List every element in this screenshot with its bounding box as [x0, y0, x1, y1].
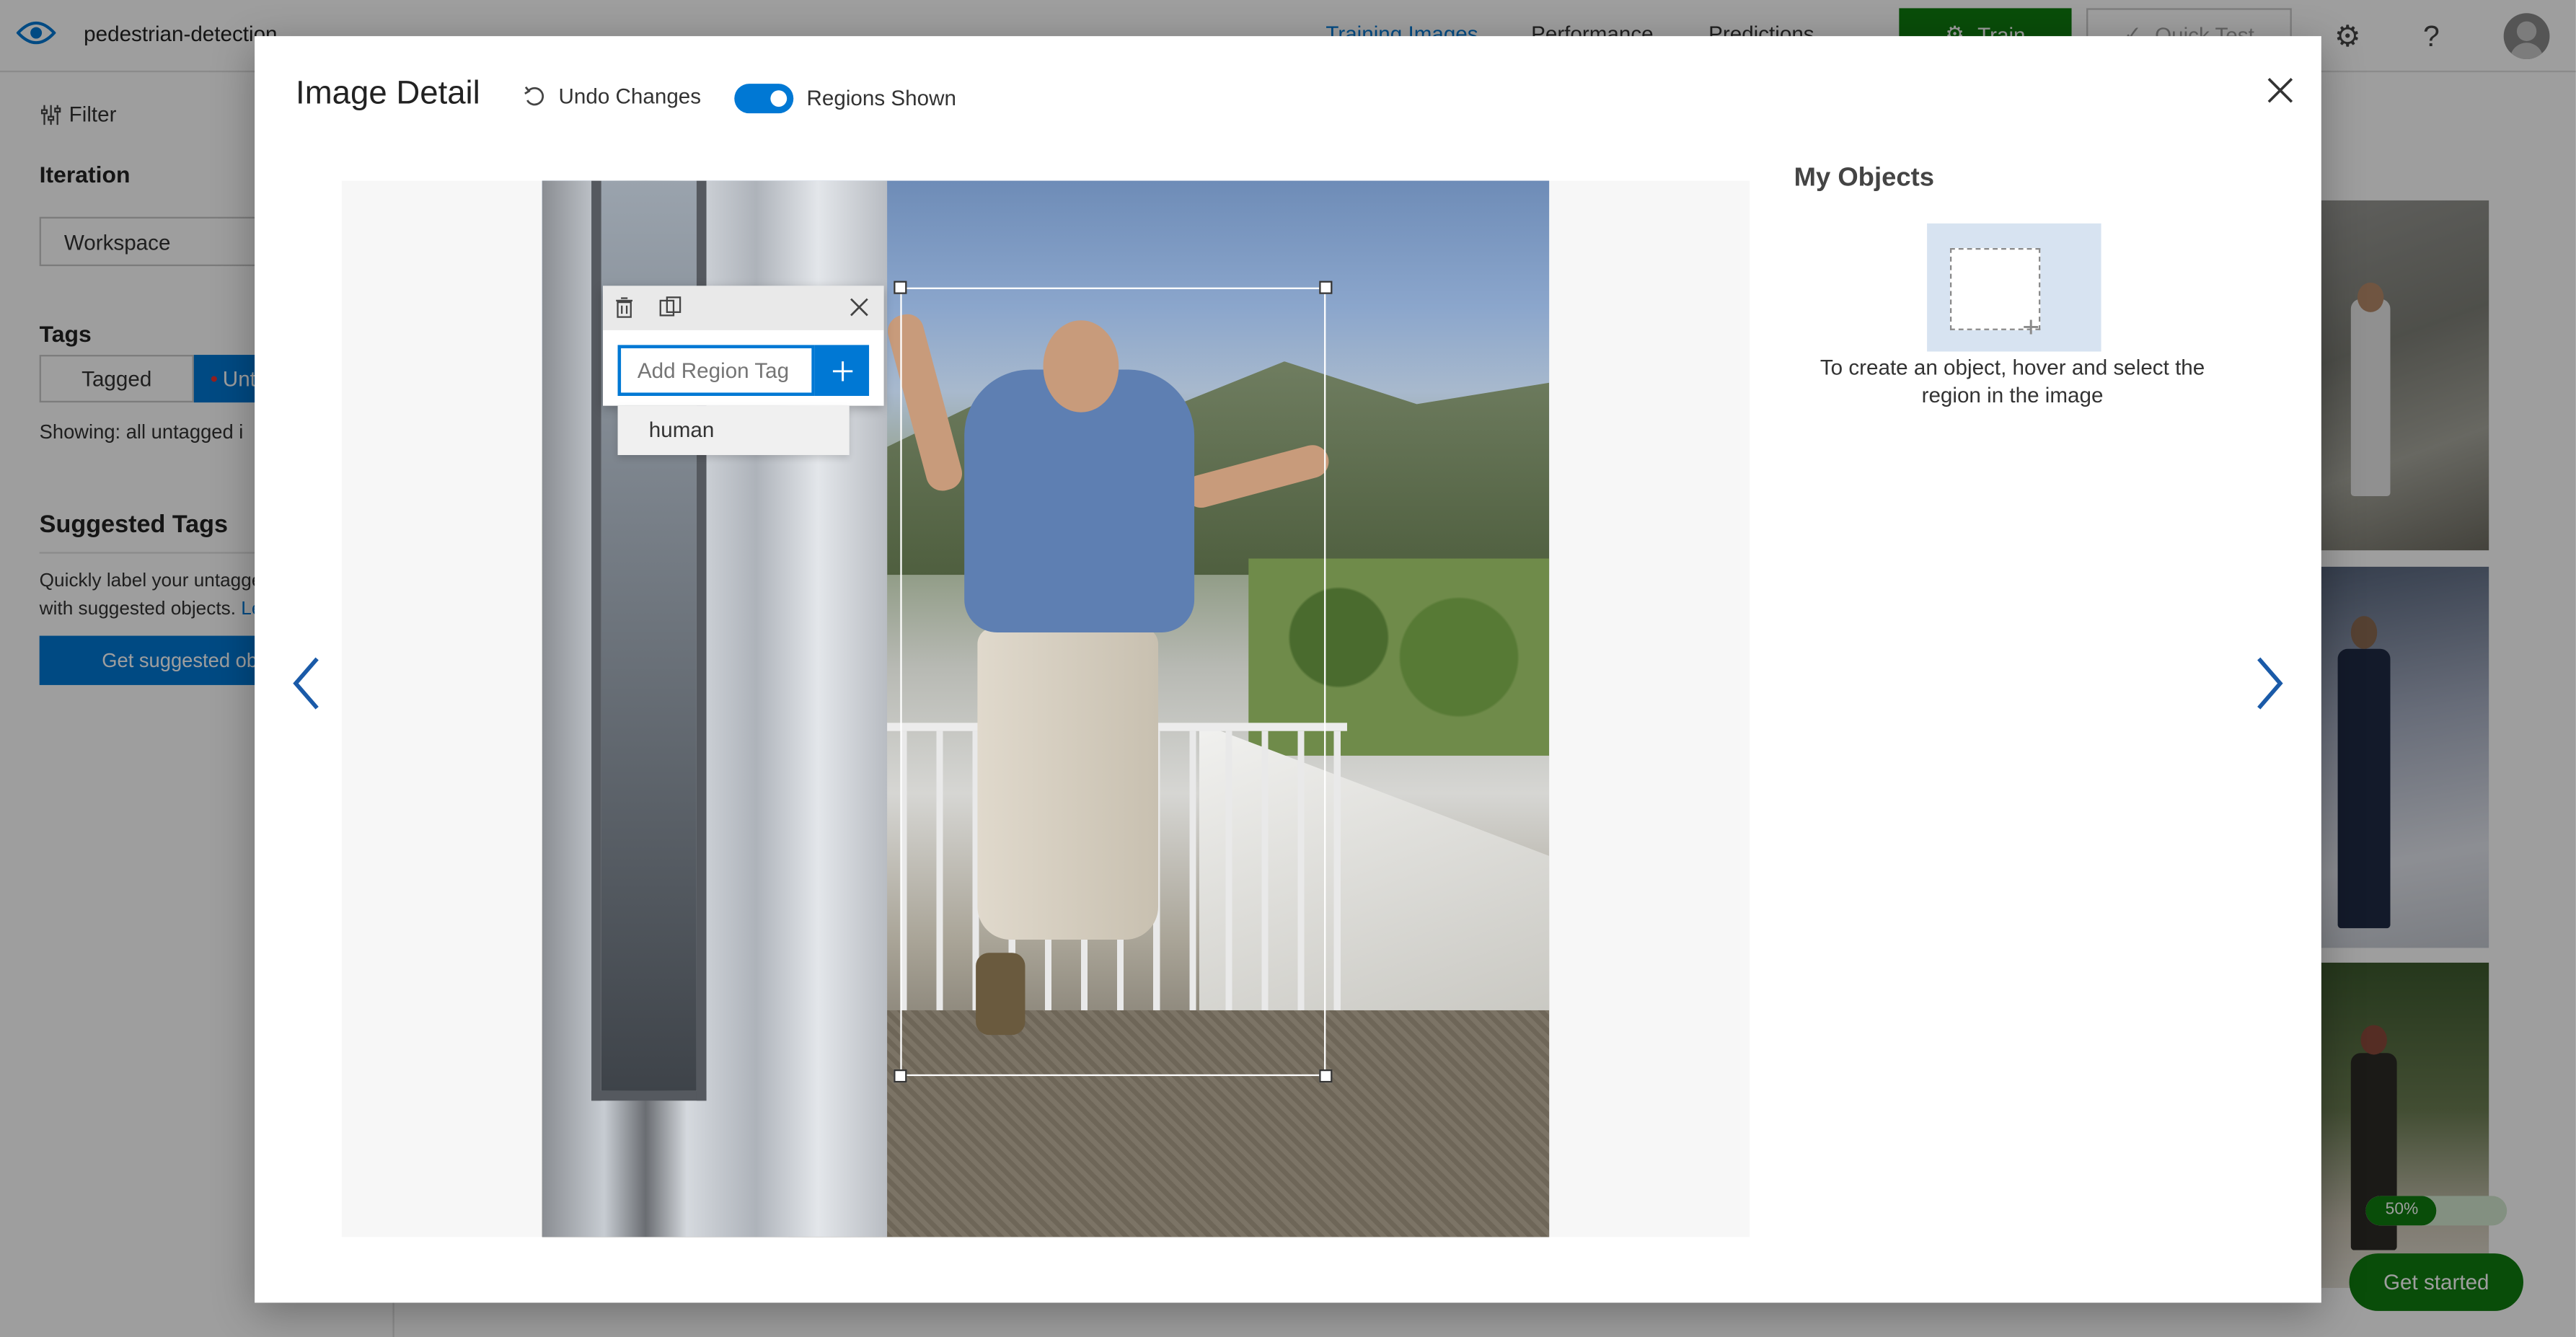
close-icon[interactable] — [847, 296, 870, 319]
plus-icon — [832, 361, 852, 381]
resize-handle[interactable] — [1319, 1069, 1333, 1083]
regions-shown-label: Regions Shown — [806, 85, 956, 110]
image-detail-dialog: Image Detail Undo Changes Regions Shown — [255, 36, 2321, 1303]
add-region-tag-input[interactable] — [617, 345, 815, 396]
image-canvas[interactable]: human — [341, 180, 1750, 1237]
my-objects-heading: My Objects — [1794, 164, 1935, 193]
undo-icon — [524, 85, 544, 105]
trash-icon[interactable] — [613, 296, 636, 319]
undo-label: Undo Changes — [558, 84, 702, 109]
plus-icon: + — [2022, 310, 2040, 344]
region-tag-popup — [603, 286, 884, 406]
region-popup-toolbar — [603, 286, 884, 330]
resize-handle[interactable] — [1319, 281, 1333, 294]
regions-shown-toggle[interactable] — [734, 84, 794, 114]
dialog-title: Image Detail — [296, 75, 480, 112]
training-image[interactable]: human — [542, 180, 1550, 1237]
resize-handle[interactable] — [894, 1069, 907, 1083]
copy-regions-icon[interactable] — [658, 296, 682, 319]
next-image-arrow-icon[interactable] — [2249, 654, 2289, 713]
bounding-box-region[interactable] — [894, 281, 1333, 1083]
page: pedestrian-detection Training Images Per… — [0, 0, 2576, 1337]
resize-handle[interactable] — [894, 281, 907, 294]
add-tag-button[interactable] — [814, 345, 870, 396]
object-placeholder-tile: + — [1927, 223, 2101, 352]
tag-suggestion-item[interactable]: human — [617, 405, 850, 456]
my-objects-help-text: To create an object, hover and select th… — [1819, 355, 2205, 407]
undo-changes-button[interactable]: Undo Changes — [522, 84, 701, 108]
close-icon[interactable] — [2262, 72, 2298, 108]
previous-image-arrow-icon[interactable] — [288, 654, 327, 713]
